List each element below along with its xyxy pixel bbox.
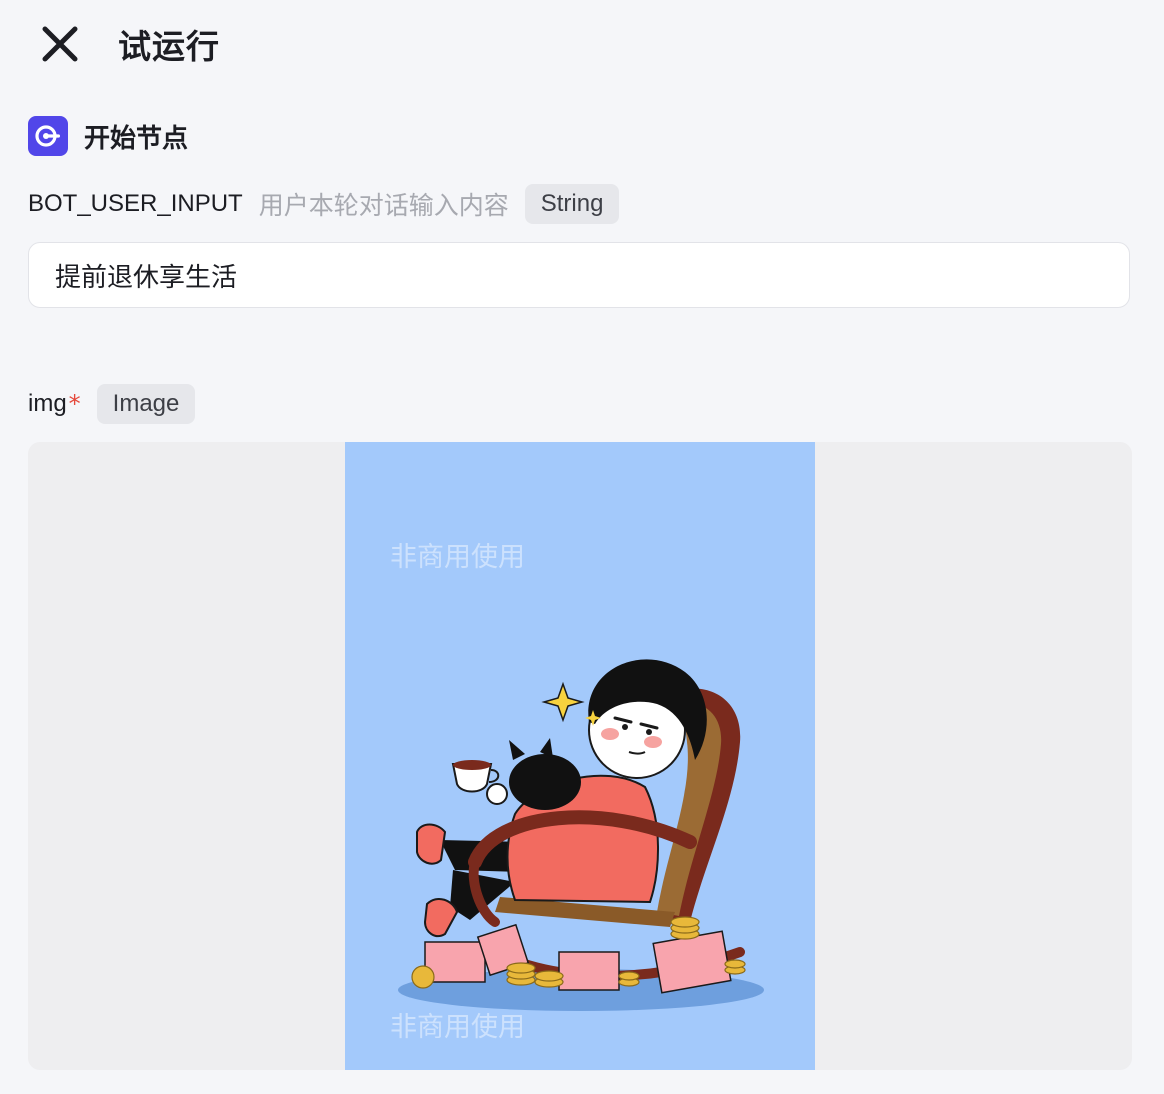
node-header: 开始节点	[28, 116, 188, 156]
type-tag: String	[524, 184, 620, 224]
uploaded-image: 非商用使用 非商用使用	[345, 442, 815, 1070]
field-label-row: BOT_USER_INPUT 用户本轮对话输入内容 String	[28, 184, 620, 224]
close-icon	[42, 26, 78, 62]
header: 试运行	[0, 0, 1164, 88]
watermark: 非商用使用	[390, 1012, 525, 1043]
bot-user-input-field[interactable]: 提前退休享生活	[28, 242, 1130, 308]
type-tag-image: Image	[96, 384, 196, 424]
page-title: 试运行	[118, 27, 220, 66]
close-button[interactable]	[38, 22, 82, 66]
field-name: BOT_USER_INPUT	[28, 190, 243, 217]
watermark: 非商用使用	[390, 542, 525, 573]
img-label-row: img * Image	[28, 384, 196, 424]
field-description: 用户本轮对话输入内容	[258, 191, 509, 220]
start-node-icon	[28, 116, 68, 156]
required-mark: *	[68, 390, 81, 418]
field-name-img: img	[28, 390, 67, 417]
input-value: 提前退休享生活	[55, 262, 238, 293]
node-title: 开始节点	[84, 123, 189, 154]
image-upload-area[interactable]: 非商用使用 非商用使用	[28, 442, 1132, 1070]
